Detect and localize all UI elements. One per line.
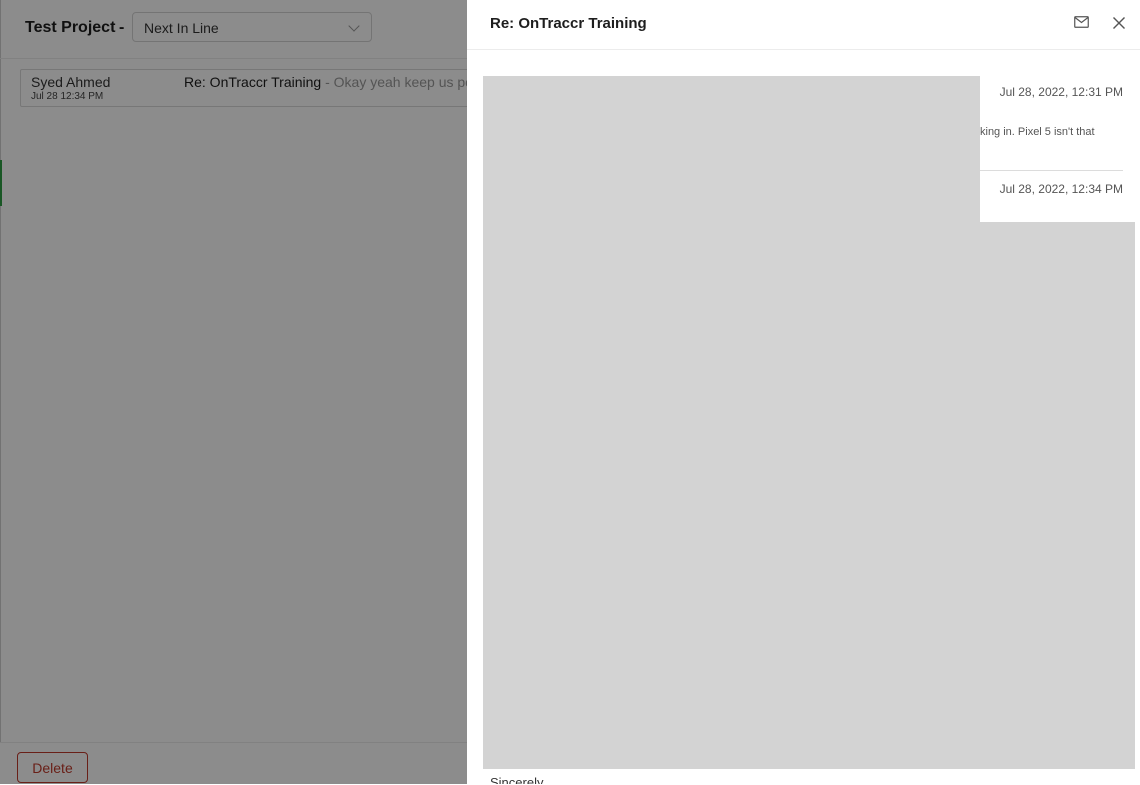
message-divider [980, 170, 1123, 171]
redacted-region [483, 76, 980, 222]
mail-icon[interactable] [1074, 16, 1089, 28]
close-icon[interactable] [1112, 16, 1126, 30]
message-timestamp: Jul 28, 2022, 12:31 PM [999, 85, 1123, 99]
message-timestamp: Jul 28, 2022, 12:34 PM [999, 182, 1123, 196]
message-signoff: Sincerely, [490, 775, 547, 784]
drawer-title: Re: OnTraccr Training [490, 15, 647, 32]
drawer-header: Re: OnTraccr Training [467, 0, 1140, 50]
email-detail-drawer: Re: OnTraccr Training Jul 28, 2022, 12:3… [467, 0, 1140, 784]
redacted-region [483, 222, 1135, 769]
message-body-text: king in. Pixel 5 isn't that [980, 126, 1095, 138]
